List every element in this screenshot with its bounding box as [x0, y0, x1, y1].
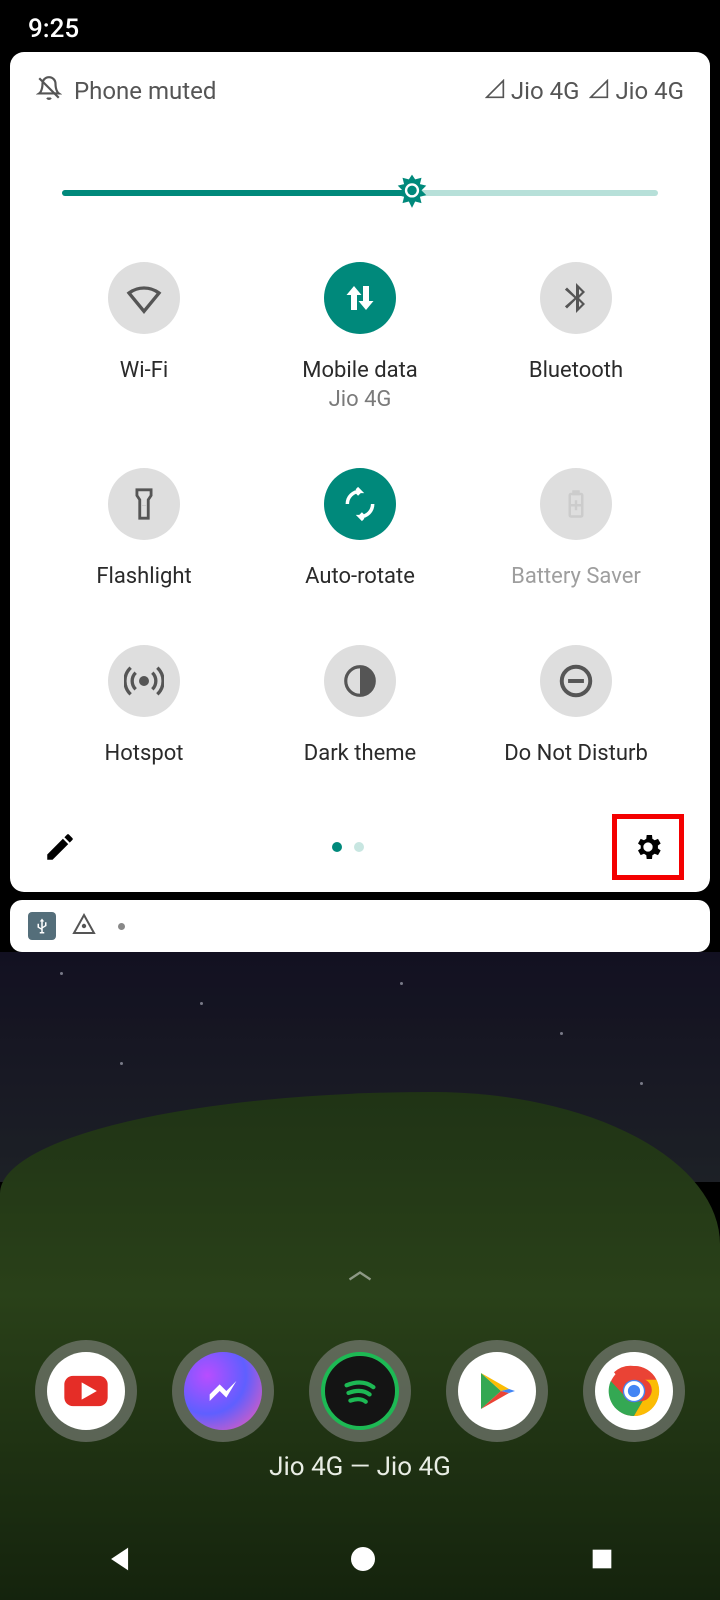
signal-icon	[485, 77, 505, 105]
tile-flashlight[interactable]: Flashlight	[44, 468, 244, 589]
tile-dnd[interactable]: Do Not Disturb	[476, 645, 676, 766]
tile-mobile-data[interactable]: Mobile data Jio 4G	[260, 262, 460, 412]
tile-label: Auto-rotate	[305, 564, 415, 589]
app-play-store[interactable]	[446, 1340, 548, 1442]
signal-2-label: Jio 4G	[615, 77, 684, 105]
edit-button[interactable]	[36, 823, 84, 871]
mobile-data-icon	[324, 262, 396, 334]
tile-battery-saver[interactable]: Battery Saver	[476, 468, 676, 589]
page-dot	[354, 842, 364, 852]
qs-header: Phone muted Jio 4G Jio 4G	[36, 74, 684, 108]
tile-auto-rotate[interactable]: Auto-rotate	[260, 468, 460, 589]
tile-label: Dark theme	[304, 741, 416, 766]
status-bar: 9:25	[0, 0, 720, 52]
battery-saver-icon	[540, 468, 612, 540]
signal-icon	[589, 77, 609, 105]
tile-dark-theme[interactable]: Dark theme	[260, 645, 460, 766]
usb-icon	[28, 912, 56, 940]
nav-back-button[interactable]	[104, 1542, 138, 1580]
nav-home-button[interactable]	[347, 1543, 379, 1579]
dnd-icon	[540, 645, 612, 717]
app-youtube[interactable]	[35, 1340, 137, 1442]
wifi-icon	[108, 262, 180, 334]
signal-1-label: Jio 4G	[511, 77, 580, 105]
nav-recent-button[interactable]	[588, 1545, 616, 1577]
nav-bar	[0, 1542, 720, 1580]
tile-label: Do Not Disturb	[504, 741, 648, 766]
notif-more-dot	[118, 923, 125, 930]
page-indicator	[332, 842, 364, 852]
notification-bar[interactable]	[10, 900, 710, 952]
phone-muted-label: Phone muted	[74, 77, 216, 105]
flashlight-icon	[108, 468, 180, 540]
settings-button[interactable]	[624, 823, 672, 871]
tile-bluetooth[interactable]: Bluetooth	[476, 262, 676, 412]
tile-label: Mobile data	[302, 358, 417, 383]
hotspot-icon	[108, 645, 180, 717]
tile-label: Bluetooth	[529, 358, 623, 383]
dark-theme-icon	[324, 645, 396, 717]
auto-rotate-icon	[324, 468, 396, 540]
brightness-slider[interactable]	[36, 172, 684, 212]
tile-sublabel: Jio 4G	[329, 387, 392, 412]
app-dock	[0, 1340, 720, 1442]
app-spotify[interactable]	[309, 1340, 411, 1442]
tile-label: Flashlight	[96, 564, 191, 589]
carrier-line: Jio 4G — Jio 4G	[0, 1452, 720, 1482]
qs-footer	[10, 812, 710, 882]
tile-label: Wi-Fi	[120, 358, 168, 383]
bell-off-icon	[36, 75, 62, 107]
tile-wifi[interactable]: Wi-Fi	[44, 262, 244, 412]
quick-settings-panel: Phone muted Jio 4G Jio 4G Wi-Fi	[10, 52, 710, 892]
app-messenger[interactable]	[172, 1340, 274, 1442]
tile-hotspot[interactable]: Hotspot	[44, 645, 244, 766]
app-chrome[interactable]	[583, 1340, 685, 1442]
triangle-alert-icon	[72, 912, 96, 940]
home-wallpaper: Jio 4G — Jio 4G	[0, 952, 720, 1600]
brightness-thumb-icon[interactable]	[392, 172, 432, 212]
qs-tiles-grid: Wi-Fi Mobile data Jio 4G Bluetooth Flash…	[36, 262, 684, 766]
settings-button-highlight	[612, 814, 684, 880]
tile-label: Battery Saver	[511, 564, 641, 589]
page-dot	[332, 842, 342, 852]
clock: 9:25	[28, 14, 79, 44]
bluetooth-icon	[540, 262, 612, 334]
tile-label: Hotspot	[105, 741, 184, 766]
chevron-up-icon[interactable]	[346, 1268, 374, 1288]
